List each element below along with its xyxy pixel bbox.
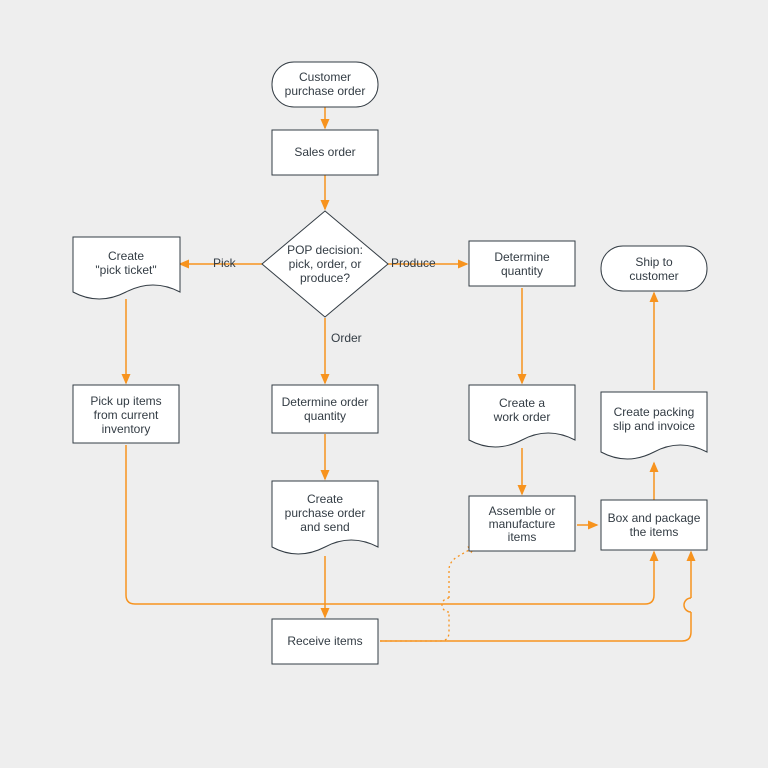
node-create-pick-ticket: Create "pick ticket" <box>73 237 180 299</box>
svg-text:Create a: Create a <box>499 396 545 410</box>
svg-text:the items: the items <box>630 525 679 539</box>
svg-text:pick, order, or: pick, order, or <box>289 257 362 271</box>
edge-pickitems-box-right <box>370 552 654 604</box>
node-receive-items: Receive items <box>272 619 378 664</box>
edge-label-pick: Pick <box>213 256 237 270</box>
edge-receive-assemble-a <box>380 612 449 641</box>
svg-text:purchase order: purchase order <box>285 84 366 98</box>
svg-text:quantity: quantity <box>501 264 543 278</box>
edge-label-order: Order <box>331 331 362 345</box>
svg-text:produce?: produce? <box>300 271 350 285</box>
svg-text:manufacture: manufacture <box>489 517 556 531</box>
svg-text:purchase order: purchase order <box>285 506 366 520</box>
svg-text:items: items <box>508 530 537 544</box>
svg-text:Pick up items: Pick up items <box>90 394 161 408</box>
node-sales-order: Sales order <box>272 130 378 175</box>
svg-text:Box and package: Box and package <box>608 511 701 525</box>
node-box-package: Box and package the items <box>601 500 707 550</box>
svg-text:Create: Create <box>108 249 144 263</box>
node-ship-to-customer: Ship to customer <box>601 246 707 291</box>
edge-label-produce: Produce <box>391 256 436 270</box>
svg-text:Create packing: Create packing <box>614 405 695 419</box>
svg-text:Assemble or: Assemble or <box>489 504 556 518</box>
node-pop-decision: POP decision: pick, order, or produce? <box>262 211 388 317</box>
node-determine-quantity: Determine quantity <box>469 241 575 286</box>
svg-text:from current: from current <box>94 408 159 422</box>
node-assemble-manufacture: Assemble or manufacture items <box>469 496 575 551</box>
svg-text:Ship to: Ship to <box>635 255 673 269</box>
svg-text:Create: Create <box>307 492 343 506</box>
node-pick-up-items: Pick up items from current inventory <box>73 385 179 443</box>
svg-text:customer: customer <box>629 269 678 283</box>
svg-text:Receive items: Receive items <box>287 634 362 648</box>
svg-text:Sales order: Sales order <box>294 145 355 159</box>
edge-receive-box-hop <box>684 598 691 612</box>
edge-pickitems-receive-part <box>126 445 280 604</box>
svg-text:inventory: inventory <box>102 422 151 436</box>
node-create-work-order: Create a work order <box>469 385 575 447</box>
edge-receive-box-a <box>380 612 691 641</box>
svg-text:Determine: Determine <box>494 250 550 264</box>
svg-text:Customer: Customer <box>299 70 351 84</box>
svg-text:work order: work order <box>493 410 551 424</box>
flowchart-canvas: Pick Produce Order Customer purchase ord… <box>0 0 768 768</box>
node-customer-purchase-order: Customer purchase order <box>272 62 378 107</box>
edge-receive-assemble-b <box>449 546 476 598</box>
svg-text:quantity: quantity <box>304 409 346 423</box>
svg-text:slip and invoice: slip and invoice <box>613 419 695 433</box>
svg-text:POP decision:: POP decision: <box>287 243 363 257</box>
svg-text:"pick ticket": "pick ticket" <box>95 263 156 277</box>
edge-receive-assemble-hop <box>442 598 449 612</box>
node-create-purchase-order: Create purchase order and send <box>272 481 378 554</box>
node-create-packing-slip: Create packing slip and invoice <box>601 392 707 459</box>
node-determine-order-quantity: Determine order quantity <box>272 385 378 433</box>
svg-text:and send: and send <box>300 520 349 534</box>
svg-text:Determine order: Determine order <box>282 395 369 409</box>
